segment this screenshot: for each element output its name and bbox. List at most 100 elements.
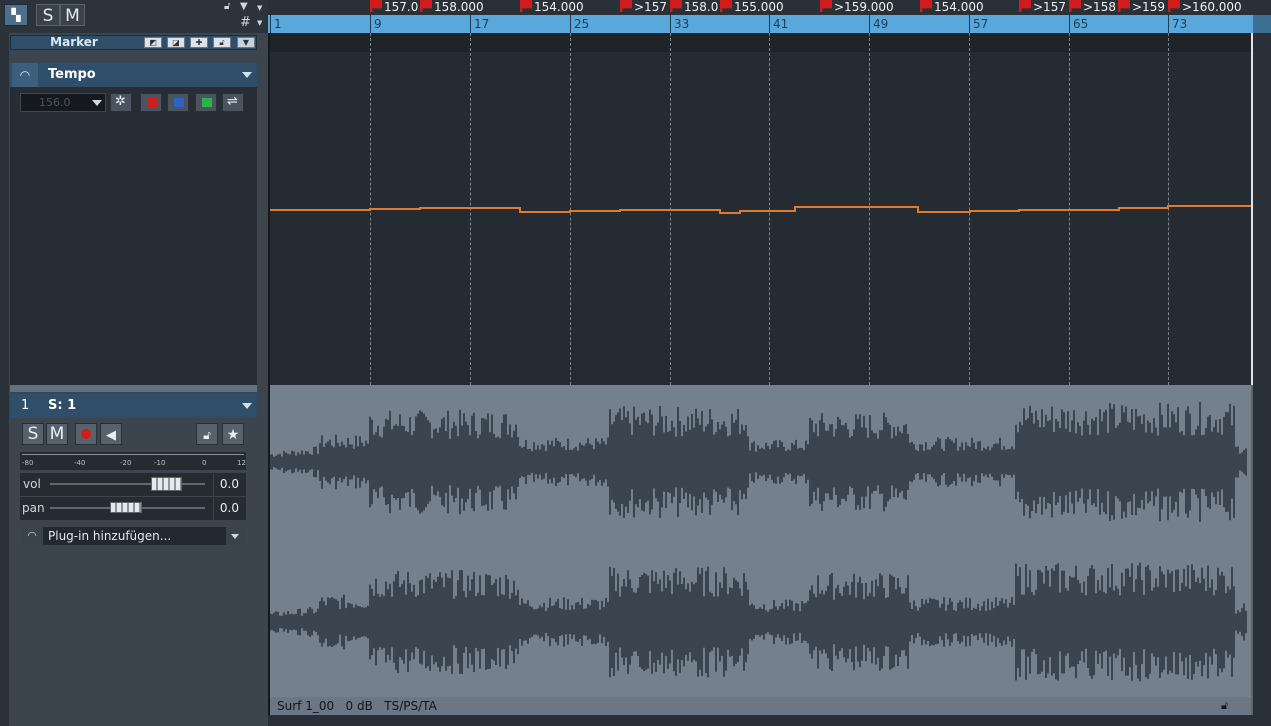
chevron-down-icon[interactable]	[242, 72, 252, 78]
pan-value[interactable]: 0.0	[205, 501, 239, 515]
track-mute-button[interactable]: M	[46, 423, 68, 445]
global-solo-button[interactable]: S	[36, 4, 60, 26]
track-solo-button[interactable]: S	[22, 423, 44, 445]
right-scroll-strip[interactable]	[1253, 33, 1271, 726]
meter-tick: -10	[154, 459, 166, 467]
red-flag-icon	[147, 98, 157, 107]
tempo-marker[interactable]: >158	[1069, 0, 1116, 15]
mixer-icon[interactable]: ▚	[4, 4, 28, 26]
pan-label: pan	[22, 501, 45, 515]
ruler-end	[1253, 15, 1271, 33]
tempo-marker[interactable]: 155.000	[720, 0, 784, 15]
tempo-marker[interactable]: >160.000	[1168, 0, 1242, 15]
event-divider	[1251, 385, 1253, 715]
chevron-down-icon[interactable]: ▼	[257, 4, 265, 12]
track-number: 1	[21, 398, 30, 413]
blue-flag-icon	[174, 98, 184, 107]
marker-prev-icon[interactable]: ◩	[144, 37, 162, 48]
flag-icon	[1168, 0, 1180, 12]
marker-filter-icon[interactable]: ▼	[240, 1, 252, 12]
tempo-marker[interactable]: >159	[1118, 0, 1165, 15]
chevron-down-icon[interactable]	[242, 403, 252, 409]
bottom-strip	[268, 715, 1271, 726]
vol-label: vol	[23, 477, 41, 491]
bar-number: 41	[769, 15, 788, 33]
vol-slider-handle[interactable]	[151, 477, 182, 491]
track-separator[interactable]	[10, 385, 257, 392]
tempo-marker[interactable]: >157	[620, 0, 667, 15]
chevron-down-icon[interactable]: ▼	[237, 37, 255, 48]
speaker-icon: ◀	[106, 428, 116, 443]
marker-add-icon[interactable]: ✚	[190, 37, 208, 48]
record-arm-button[interactable]	[75, 423, 97, 445]
bar-number: 49	[869, 15, 888, 33]
bar-number: 65	[1069, 15, 1088, 33]
flag-icon	[820, 0, 832, 12]
track-name[interactable]: S: 1	[48, 394, 76, 418]
red-flag-button[interactable]	[140, 93, 162, 112]
panel-edge	[0, 33, 9, 726]
bar-ruler[interactable]	[268, 15, 1253, 33]
swap-button[interactable]: ⇌	[222, 93, 244, 112]
track-lock-button[interactable]: 🔓︎	[196, 423, 218, 445]
flag-icon	[1118, 0, 1130, 12]
bar-number: 73	[1168, 15, 1187, 33]
tempo-marker[interactable]: 154.000	[920, 0, 984, 15]
tempo-curve[interactable]	[270, 33, 1271, 385]
flag-icon	[920, 0, 932, 12]
swap-icon: ⇌	[227, 94, 238, 109]
track-star-button[interactable]: ★	[222, 423, 244, 445]
record-icon	[81, 429, 91, 439]
lock-icon[interactable]: 🔓︎	[1221, 699, 1228, 713]
bar-number: 17	[470, 15, 489, 33]
flag-icon	[720, 0, 732, 12]
grid-icon[interactable]: #	[240, 15, 254, 30]
bar-number: 33	[670, 15, 689, 33]
flag-icon	[670, 0, 682, 12]
tempo-marker[interactable]: 157.0	[370, 0, 418, 15]
tempo-marker[interactable]: >159.000	[820, 0, 894, 15]
marker-next-icon[interactable]: ◪	[167, 37, 185, 48]
flag-icon	[520, 0, 532, 12]
monitor-button[interactable]: ◀	[100, 423, 122, 445]
green-flag-icon	[202, 98, 212, 107]
blue-flag-button[interactable]	[167, 93, 189, 112]
flag-icon	[370, 0, 382, 12]
meter-tick: -20	[120, 459, 132, 467]
bar-number: 57	[969, 15, 988, 33]
green-flag-button[interactable]	[195, 93, 217, 112]
meter-tick: -80	[22, 459, 34, 467]
lock-icon[interactable]: 🔓︎	[224, 1, 236, 12]
bar-number: 25	[570, 15, 589, 33]
event-name-label: Surf 1_00 0 dB TS/PS/TA	[277, 699, 437, 713]
tempo-track-icon[interactable]: ◠	[12, 63, 38, 87]
tempo-marker[interactable]: 158.000	[420, 0, 484, 15]
gear-icon: ✲	[115, 94, 126, 109]
bar-number: 1	[270, 15, 282, 33]
flag-icon	[1019, 0, 1031, 12]
meter-tick: 0	[202, 459, 207, 467]
waveform-channel	[270, 562, 1247, 682]
tempo-settings-button[interactable]: ✲	[110, 93, 132, 112]
meter-scale-line	[22, 454, 244, 455]
tempo-marker[interactable]: 154.000	[520, 0, 584, 15]
chevron-down-icon[interactable]: ▼	[257, 19, 265, 27]
star-icon: ★	[226, 427, 240, 443]
waveform	[270, 402, 1247, 682]
meter-tick: -40	[74, 459, 86, 467]
vol-value[interactable]: 0.0	[205, 477, 239, 491]
plugin-power-icon[interactable]: ◠	[21, 527, 43, 545]
global-mute-button[interactable]: M	[60, 4, 85, 26]
flag-icon	[620, 0, 632, 12]
chevron-down-icon[interactable]	[92, 100, 102, 106]
tempo-curve-line	[270, 205, 1271, 214]
tempo-marker[interactable]: 158.0	[670, 0, 718, 15]
plugin-insert-label: Plug-in hinzufügen...	[48, 529, 172, 543]
lock-icon[interactable]: 🔓︎	[213, 37, 231, 48]
chevron-down-icon[interactable]	[226, 527, 245, 545]
flag-icon	[1069, 0, 1081, 12]
pan-slider-handle[interactable]	[110, 502, 142, 513]
bar-number: 9	[370, 15, 382, 33]
lock-icon: 🔓︎	[203, 428, 211, 442]
tempo-marker[interactable]: >157	[1019, 0, 1066, 15]
